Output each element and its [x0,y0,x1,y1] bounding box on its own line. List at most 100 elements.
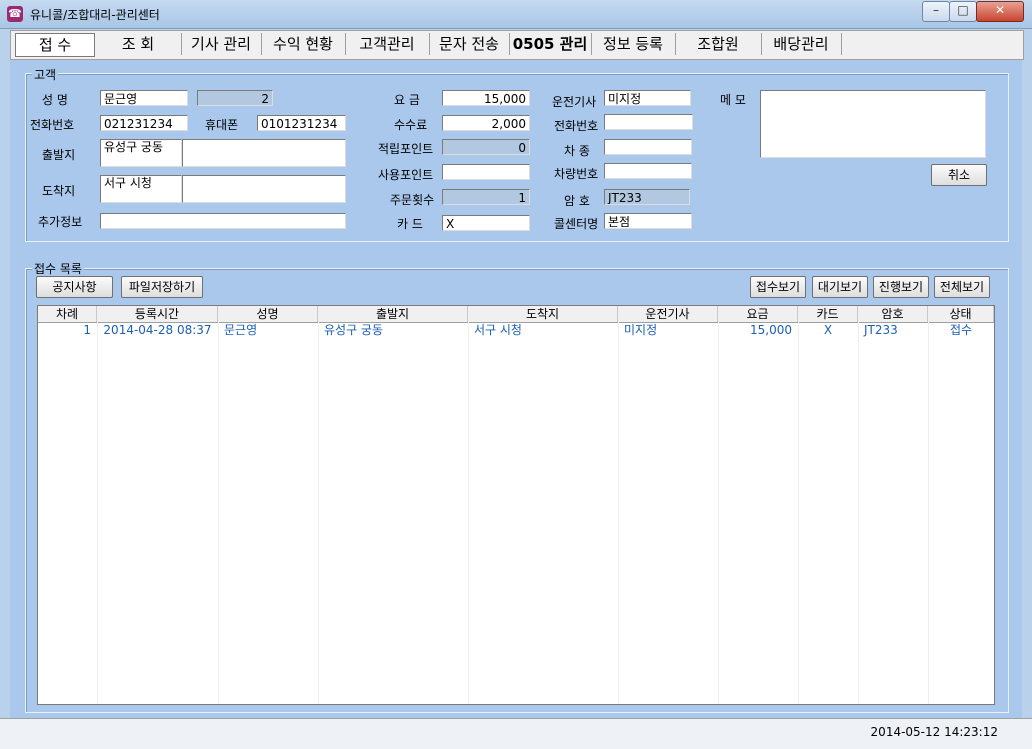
row-origin: 유성구 궁동 [324,323,384,337]
main-menu: 접 수 조 회 기사 관리 수익 현황 고객관리 문자 전송 0505 관리 정… [10,30,1024,60]
row-registered-time: 2014-04-28 08:37 [103,323,212,337]
column-header[interactable]: 차례 [38,306,97,322]
cancel-button[interactable]: 취소 [931,164,987,186]
grid-line [858,322,859,704]
tab-inquiry[interactable]: 조 회 [95,33,182,55]
mobile-field[interactable]: 0101231234 [257,115,346,131]
reception-table[interactable]: 차례 등록시간 성명 출발지 도착지 운전기사 요금 카드 암호 상태 1 20… [37,305,995,705]
call-center-field[interactable]: 본점 [604,213,692,229]
order-count-label: 주문횟수 [390,193,435,207]
driver-field[interactable]: 미지정 [604,90,691,106]
grid-line [718,322,719,704]
memo-field[interactable] [760,90,986,158]
row-card: X [823,323,833,337]
row-code: JT233 [864,323,898,337]
call-center-label: 콜센터명 [554,217,599,231]
maximize-button[interactable]: □ [949,1,977,22]
car-type-field[interactable] [604,139,692,155]
title-bar: ☎ 유니콜/조합대리-관리센터 – □ ✕ [0,0,1032,29]
view-received-button[interactable]: 접수보기 [750,276,806,298]
tab-0505-management[interactable]: 0505 관리 [509,33,592,55]
row-name: 문근영 [224,323,258,337]
driver-phone-field[interactable] [604,114,693,130]
grid-line [318,322,319,704]
column-header[interactable]: 도착지 [468,306,618,322]
use-points-field[interactable] [442,164,530,180]
tab-info-registration[interactable]: 정보 등록 [591,33,676,55]
view-waiting-button[interactable]: 대기보기 [812,276,868,298]
card-field[interactable]: X [442,215,530,231]
app-icon: ☎ [7,6,23,22]
fare-field[interactable]: 15,000 [442,90,530,106]
card-label: 카 드 [397,217,423,231]
driver-phone-label: 전화번호 [554,119,599,133]
save-file-button[interactable]: 파일저장하기 [121,276,203,298]
column-header[interactable]: 출발지 [318,306,468,322]
origin-detail-field[interactable] [182,139,346,167]
column-header[interactable]: 요금 [718,306,798,322]
grid-line [798,322,799,704]
origin-label: 출발지 [42,148,76,162]
destination-detail-field[interactable] [182,175,346,203]
car-number-field[interactable] [604,163,692,179]
car-number-label: 차량번호 [554,167,599,181]
row-fare: 15,000 [750,323,792,337]
points-field: 0 [442,139,530,155]
tab-customer-management[interactable]: 고객관리 [345,33,430,55]
view-all-button[interactable]: 전체보기 [934,276,990,298]
grid-line [618,322,619,704]
phone-field[interactable]: 021231234 [100,115,188,131]
status-datetime: 2014-05-12 14:23:12 [870,725,998,739]
tab-reception[interactable]: 접 수 [15,33,95,57]
fare-label: 요 금 [394,93,420,107]
row-destination: 서구 시청 [474,323,522,337]
origin-field[interactable]: 유성구 궁동 [100,139,182,167]
minimize-button[interactable]: – [922,1,950,22]
column-header[interactable]: 성명 [218,306,318,322]
fee-label: 수수료 [394,118,428,132]
customer-group-legend: 고객 [32,66,59,83]
window-title: 유니콜/조합대리-관리센터 [30,8,160,22]
destination-label: 도착지 [42,184,76,198]
table-header: 차례 등록시간 성명 출발지 도착지 운전기사 요금 카드 암호 상태 [38,306,994,323]
mobile-label: 휴대폰 [205,118,239,132]
column-header[interactable]: 상태 [928,306,994,322]
code-field: JT233 [604,189,690,205]
phone-label: 전화번호 [30,118,75,132]
view-progress-button[interactable]: 진행보기 [873,276,929,298]
grid-line [218,322,219,704]
row-order: 1 [83,323,91,337]
name-field[interactable]: 문근영 [100,90,188,106]
order-count-field: 1 [442,189,530,205]
column-header[interactable]: 운전기사 [618,306,718,322]
use-points-label: 사용포인트 [378,168,434,182]
tab-driver-management[interactable]: 기사 관리 [181,33,262,55]
car-type-label: 차 종 [564,144,590,158]
call-count-field: 2 [197,90,273,106]
destination-field[interactable]: 서구 시청 [100,175,182,203]
table-row[interactable]: 1 2014-04-28 08:37 문근영 유성구 궁동 서구 시청 미지정 … [38,322,994,338]
extra-info-field[interactable] [100,213,346,229]
name-label: 성 명 [42,93,68,107]
notice-button[interactable]: 공지사항 [36,276,113,298]
row-status: 접수 [949,323,973,337]
points-label: 적립포인트 [378,142,434,156]
tab-sms-send[interactable]: 문자 전송 [429,33,510,55]
column-header[interactable]: 암호 [858,306,928,322]
memo-label: 메 모 [720,93,746,107]
tab-revenue-status[interactable]: 수익 현황 [261,33,346,55]
grid-line [97,322,98,704]
fee-field[interactable]: 2,000 [442,115,530,131]
reception-list-legend: 접수 목록 [32,260,84,277]
column-header[interactable]: 카드 [798,306,858,322]
tab-dividend-management[interactable]: 배당관리 [761,33,842,55]
grid-line [468,322,469,704]
status-bar: 2014-05-12 14:23:12 [0,718,1032,749]
code-label: 암 호 [564,194,590,208]
driver-label: 운전기사 [552,95,597,109]
extra-info-label: 추가정보 [38,215,83,229]
grid-line [928,322,929,704]
close-button[interactable]: ✕ [976,1,1024,22]
tab-members[interactable]: 조합원 [675,33,762,55]
column-header[interactable]: 등록시간 [97,306,218,322]
